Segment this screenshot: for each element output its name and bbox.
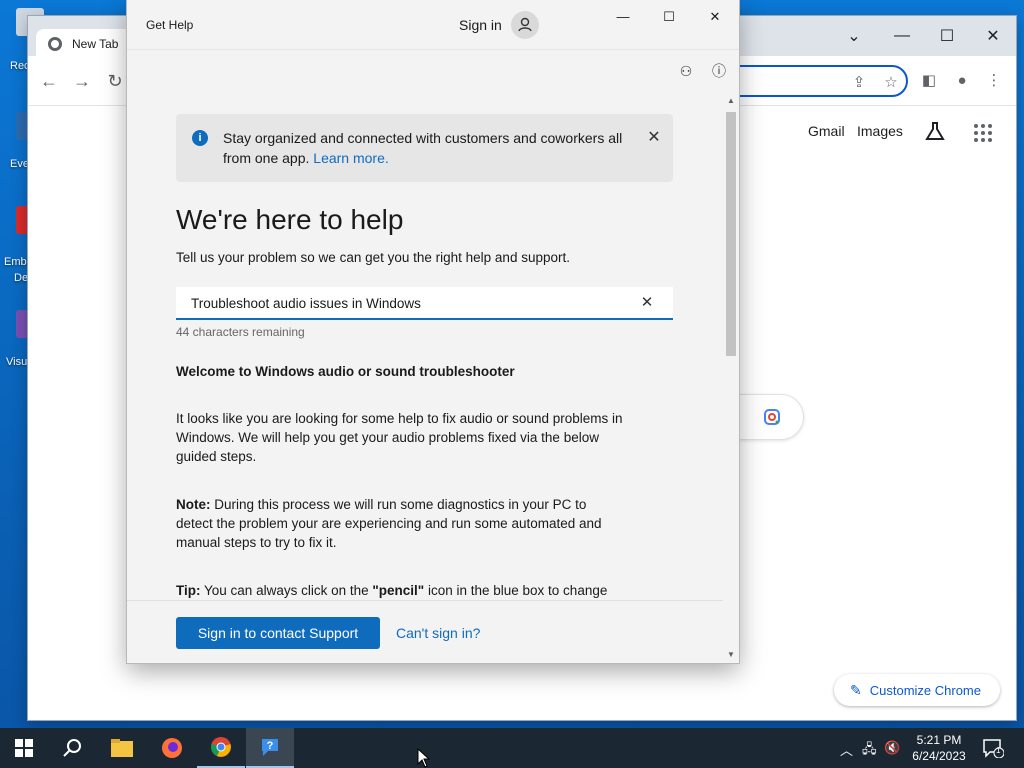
sign-in-link[interactable]: Sign in [459,17,502,33]
bookmark-star-icon[interactable]: ☆ [880,72,902,94]
folder-icon [111,739,133,757]
search-query-text[interactable]: Troubleshoot audio issues in Windows [191,296,421,311]
get-help-content: i Stay organized and connected with cust… [127,50,723,600]
images-link[interactable]: Images [857,123,903,139]
banner-text: Stay organized and connected with custom… [223,128,633,168]
avatar[interactable] [511,11,539,39]
tip-text-2: icon in the blue box to change [427,583,608,598]
search-icon [63,739,81,757]
desktop-icon-label-2: De [14,272,29,284]
minimize-button[interactable]: — [600,6,646,28]
google-lens-icon[interactable] [763,408,781,426]
banner-close-icon[interactable]: ✕ [644,128,664,148]
windows-logo-icon [15,739,33,757]
clear-icon[interactable]: ✕ [638,294,656,312]
get-help-window: Get Help Sign in — ☐ ✕ ⚇ ⓘ i Stay organi… [127,0,739,663]
page-title: We're here to help [176,204,404,235]
cant-sign-in-link[interactable]: Can't sign in? [396,625,480,641]
tip-bold: "pencil" [372,583,425,598]
chrome-favicon-icon [48,37,62,51]
taskbar-file-explorer[interactable] [98,728,146,768]
share-icon[interactable]: ⇪ [848,72,870,94]
window-title: Get Help [146,18,194,32]
get-help-footer: Sign in to contact Support Can't sign in… [127,600,723,663]
volume-muted-icon[interactable]: 🔇 [884,740,900,756]
taskbar-firefox[interactable] [148,728,196,768]
desktop-icon-label: Eve [10,158,29,170]
clock-date: 6/24/2023 [912,749,966,763]
get-help-titlebar: Get Help Sign in — ☐ ✕ [127,0,739,50]
network-icon[interactable]: 🖧 [862,740,877,762]
svg-text:?: ? [267,740,274,752]
taskbar-clock[interactable]: 5:21 PM 6/24/2023 [906,732,972,764]
forward-arrow-icon[interactable]: → [71,70,93,92]
chrome-maximize-button[interactable]: ☐ [927,24,967,48]
taskbar-get-help[interactable]: ? [246,728,294,768]
chrome-icon [211,737,231,757]
welcome-title: Welcome to Windows audio or sound troubl… [176,364,515,379]
tip-paragraph: Tip: You can always click on the "pencil… [176,581,696,600]
tip-text-1: You can always click on the [204,583,369,598]
tab-title: New Tab [72,37,119,51]
tab-search-chevron-icon[interactable]: ⌄ [834,24,874,48]
get-help-icon: ? [262,739,278,756]
banner-message: Stay organized and connected with custom… [223,130,623,166]
scroll-up-arrow-icon[interactable]: ▲ [723,96,739,108]
problem-search-input[interactable]: Troubleshoot audio issues in Windows ✕ [176,287,673,320]
notification-count: 1 [996,746,1001,755]
note-text: During this process we will run some dia… [176,497,602,550]
notification-center-icon[interactable]: 1 [982,738,1005,759]
chrome-minimize-button[interactable]: — [882,24,922,48]
learn-more-link[interactable]: Learn more. [313,150,388,166]
scroll-down-arrow-icon[interactable]: ▼ [723,650,739,662]
firefox-icon [162,738,182,758]
back-arrow-icon[interactable]: ← [38,70,60,92]
side-panel-icon[interactable]: ◧ [918,70,940,92]
person-icon [518,17,532,32]
intro-paragraph: It looks like you are looking for some h… [176,411,623,464]
google-apps-icon[interactable] [974,124,992,142]
info-circle-icon: i [192,130,208,146]
maximize-button[interactable]: ☐ [646,6,692,28]
chrome-close-button[interactable]: ✕ [973,24,1013,48]
tip-label: Tip: [176,583,201,598]
desktop-icon-label: Emb [4,256,27,268]
sign-in-contact-support-button[interactable]: Sign in to contact Support [176,617,380,649]
character-count: 44 characters remaining [176,325,305,339]
taskbar-chrome[interactable] [197,728,245,768]
customize-label: Customize Chrome [869,682,981,698]
mouse-cursor-icon [417,748,431,768]
customize-chrome-button[interactable]: ✎ Customize Chrome [834,674,1000,706]
profile-icon[interactable]: ● [951,70,973,92]
scrollbar-thumb[interactable] [726,112,736,356]
pencil-icon: ✎ [850,681,862,698]
reload-icon[interactable]: ↻ [104,70,126,92]
gmail-link[interactable]: Gmail [808,123,845,139]
labs-flask-icon[interactable] [924,120,946,142]
info-banner: i Stay organized and connected with cust… [176,114,673,182]
desktop-icon-label: Rec [10,60,30,72]
search-button[interactable] [48,728,96,768]
clock-time: 5:21 PM [916,733,962,747]
start-button[interactable] [0,728,48,768]
taskbar: ? ︿ 🖧 🔇 5:21 PM 6/24/2023 1 [0,728,1024,768]
note-paragraph: Note: During this process we will run so… [176,495,616,552]
close-button[interactable]: ✕ [692,6,738,28]
chrome-menu-icon[interactable]: ⋮ [983,70,1005,92]
note-label: Note: [176,497,211,512]
show-hidden-icons-chevron-icon[interactable]: ︿ [840,740,853,759]
desktop-icon-label: Visu [6,356,28,368]
page-subtitle: Tell us your problem so we can get you t… [176,250,570,265]
notification-icon [983,739,1005,759]
